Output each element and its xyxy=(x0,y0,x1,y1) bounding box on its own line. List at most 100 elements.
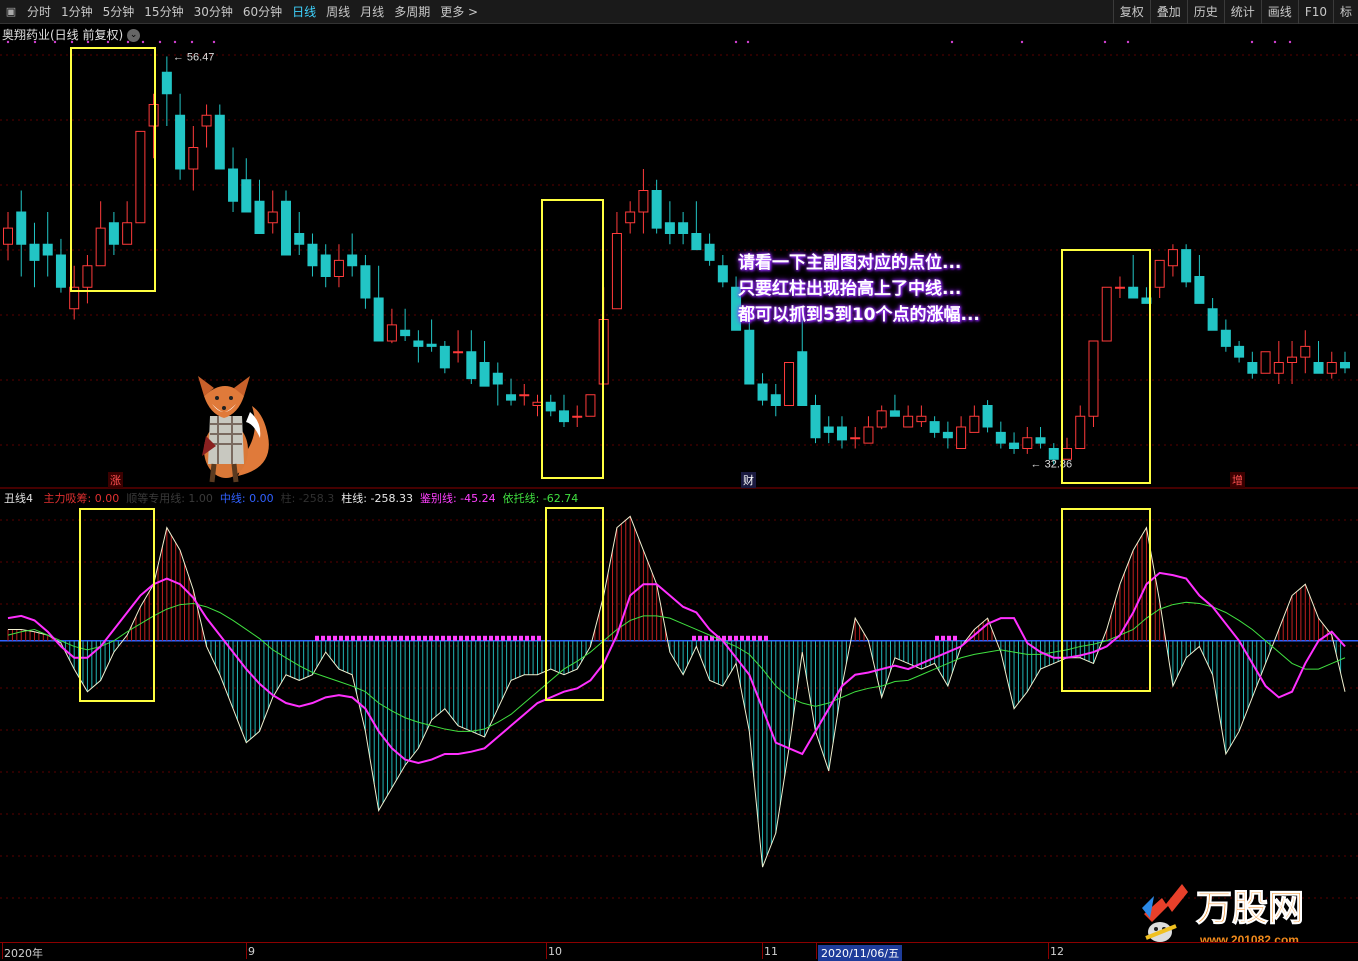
date-axis-label: 9 xyxy=(248,945,255,958)
event-marker-0[interactable]: 涨 xyxy=(108,472,123,488)
date-axis-label: 11 xyxy=(764,945,778,958)
candle-body xyxy=(16,211,27,245)
candle-body xyxy=(558,410,569,423)
candle-body xyxy=(876,410,887,428)
accumulation-bar xyxy=(495,635,499,641)
candle-body xyxy=(1273,362,1284,374)
signal-dot xyxy=(190,40,194,44)
stock-title[interactable]: 奥翔药业(日线 前复权) ⌄ xyxy=(2,26,141,43)
accumulation-bar xyxy=(387,635,391,641)
candle-body xyxy=(161,71,172,95)
accumulation-bar xyxy=(692,635,696,641)
candle-body xyxy=(969,415,980,433)
wangu-watermark-logo: 万股网 www.201082.com xyxy=(1142,884,1305,947)
accumulation-bar xyxy=(537,635,541,641)
legend-item-1: 顺等专用线: 1.00 xyxy=(126,492,213,505)
candle-body xyxy=(532,401,543,406)
chevron-down-icon[interactable]: ⌄ xyxy=(127,29,141,42)
candle-body xyxy=(784,362,795,406)
accumulation-bar xyxy=(507,635,511,641)
date-axis-label: 2020/11/06/五 xyxy=(818,945,903,961)
accumulation-bar xyxy=(447,635,451,641)
candle-body xyxy=(1128,286,1139,299)
highlight-box xyxy=(541,199,604,479)
candle-body xyxy=(664,222,675,234)
candle-body xyxy=(373,297,384,342)
legend-item-4: 柱线: -258.33 xyxy=(341,492,413,505)
candle-body xyxy=(1247,362,1258,374)
accumulation-bar xyxy=(740,635,744,641)
date-axis-tick xyxy=(762,943,763,959)
signal-dot xyxy=(1103,40,1107,44)
candle-body xyxy=(3,227,13,245)
annotation-line: 只要红柱出现抬高上了中线... xyxy=(738,279,962,299)
accumulation-bar xyxy=(471,635,475,641)
candle-body xyxy=(188,147,199,170)
signal-dot xyxy=(950,40,954,44)
candle-body xyxy=(360,265,371,299)
candle-body xyxy=(1075,415,1086,449)
candle-body xyxy=(744,329,755,385)
accumulation-bar xyxy=(411,635,415,641)
accumulation-bar xyxy=(345,635,349,641)
accumulation-bar xyxy=(935,635,939,641)
candle-body xyxy=(916,415,927,423)
candle-body xyxy=(426,343,437,347)
candle-body xyxy=(1220,329,1231,347)
accumulation-bar xyxy=(519,635,523,641)
legend-item-6: 依托线: -62.74 xyxy=(502,492,579,505)
candle-body xyxy=(519,394,530,397)
accumulation-bar xyxy=(704,635,708,641)
accumulation-bar xyxy=(423,635,427,641)
candle-body xyxy=(506,394,517,401)
signal-dot xyxy=(1126,40,1130,44)
accumulation-bar xyxy=(465,635,469,641)
candle-body xyxy=(1167,249,1178,267)
candle-body xyxy=(386,324,397,342)
candle-body xyxy=(241,179,252,213)
legend-item-2: 中线: 0.00 xyxy=(219,492,274,505)
signal-dot xyxy=(1273,40,1277,44)
candle-body xyxy=(1114,286,1125,289)
accumulation-bar xyxy=(752,635,756,641)
legend-item-0: 主力吸筹: 0.00 xyxy=(43,492,120,505)
accumulation-bar xyxy=(363,635,367,641)
candle-body xyxy=(1181,249,1192,283)
candle-body xyxy=(1260,351,1271,374)
candle-body xyxy=(108,222,119,245)
candle-body xyxy=(479,362,490,387)
discriminator-line xyxy=(7,571,1346,765)
annotation-line: 请看一下主副图对应的点位... xyxy=(738,253,962,273)
accumulation-bar xyxy=(435,635,439,641)
candle-body xyxy=(757,383,768,401)
candle-body xyxy=(122,222,133,245)
candle-body xyxy=(400,329,411,337)
candle-body xyxy=(691,233,702,251)
candle-body xyxy=(863,426,874,444)
accumulation-bar xyxy=(947,635,951,641)
accumulation-bar xyxy=(441,635,445,641)
candle-body xyxy=(55,254,66,288)
legend-item-3: 柱: -258.3 xyxy=(280,492,335,505)
candle-body xyxy=(1234,345,1245,358)
signal-dot xyxy=(173,40,177,44)
candle-body xyxy=(704,243,715,261)
signal-dot xyxy=(212,40,216,44)
candle-body xyxy=(175,114,186,170)
candle-body xyxy=(995,431,1006,444)
accumulation-bar xyxy=(531,635,535,641)
date-axis-label: 10 xyxy=(548,945,562,958)
signal-dot xyxy=(1250,40,1254,44)
candle-body xyxy=(770,394,781,406)
candle-body xyxy=(320,254,331,277)
annotation-line: 都可以抓到5到10个点的涨幅... xyxy=(738,305,980,325)
candle-body xyxy=(823,426,834,433)
event-marker-1[interactable]: 财 xyxy=(741,472,756,488)
candle-body xyxy=(611,233,622,310)
candle-body xyxy=(267,211,278,224)
candle-body xyxy=(929,421,940,433)
event-marker-2[interactable]: 增 xyxy=(1230,472,1245,488)
candle-body xyxy=(1326,362,1337,374)
accumulation-bar xyxy=(399,635,403,641)
candle-body xyxy=(1207,308,1218,331)
